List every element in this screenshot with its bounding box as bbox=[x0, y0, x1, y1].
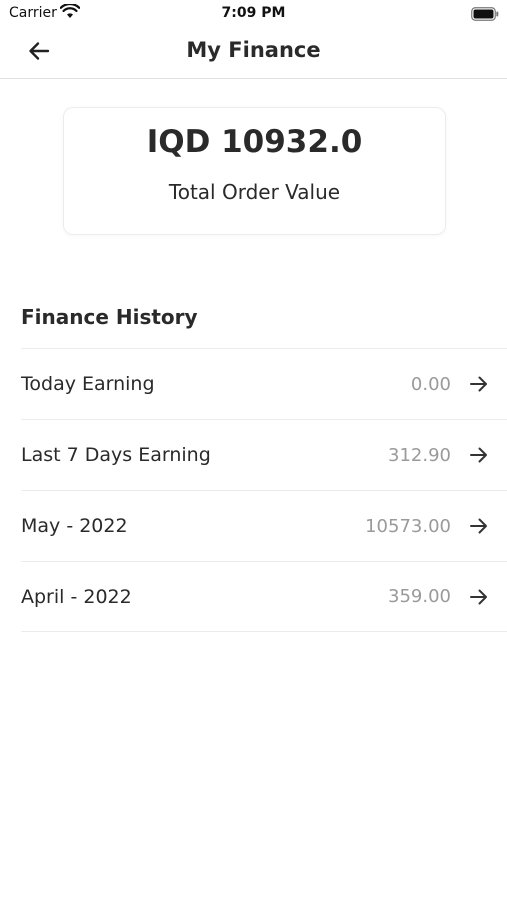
arrow-right-icon bbox=[469, 374, 489, 394]
finance-history-list: Today Earning 0.00 Last 7 Days Earning 3… bbox=[21, 348, 507, 632]
status-bar: Carrier 7:09 PM bbox=[0, 0, 507, 28]
arrow-right-icon bbox=[469, 445, 489, 465]
history-row-amount: 359.00 bbox=[388, 586, 451, 607]
history-row-april-2022[interactable]: April - 2022 359.00 bbox=[21, 561, 507, 632]
history-row-amount: 312.90 bbox=[388, 444, 451, 466]
history-row-label: May - 2022 bbox=[21, 515, 128, 537]
total-order-label: Total Order Value bbox=[168, 180, 341, 204]
navigation-bar: My Finance bbox=[0, 28, 507, 79]
history-row-amount: 10573.00 bbox=[365, 515, 451, 537]
battery-icon bbox=[471, 6, 499, 25]
page-title: My Finance bbox=[186, 38, 321, 62]
history-row-may-2022[interactable]: May - 2022 10573.00 bbox=[21, 490, 507, 561]
history-row-today-earning[interactable]: Today Earning 0.00 bbox=[21, 348, 507, 419]
arrow-right-icon bbox=[469, 516, 489, 536]
total-order-value-card: IQD 10932.0 Total Order Value bbox=[63, 107, 446, 235]
history-row-amount: 0.00 bbox=[410, 373, 451, 395]
history-row-label: Last 7 Days Earning bbox=[21, 444, 211, 466]
arrow-right-icon bbox=[469, 587, 489, 607]
history-row-label: April - 2022 bbox=[21, 585, 132, 608]
total-order-amount: IQD 10932.0 bbox=[146, 124, 363, 160]
history-row-label: Today Earning bbox=[21, 373, 155, 395]
history-row-last-7-days-earning[interactable]: Last 7 Days Earning 312.90 bbox=[21, 419, 507, 490]
status-time: 7:09 PM bbox=[221, 5, 286, 21]
finance-history-title: Finance History bbox=[21, 305, 198, 329]
